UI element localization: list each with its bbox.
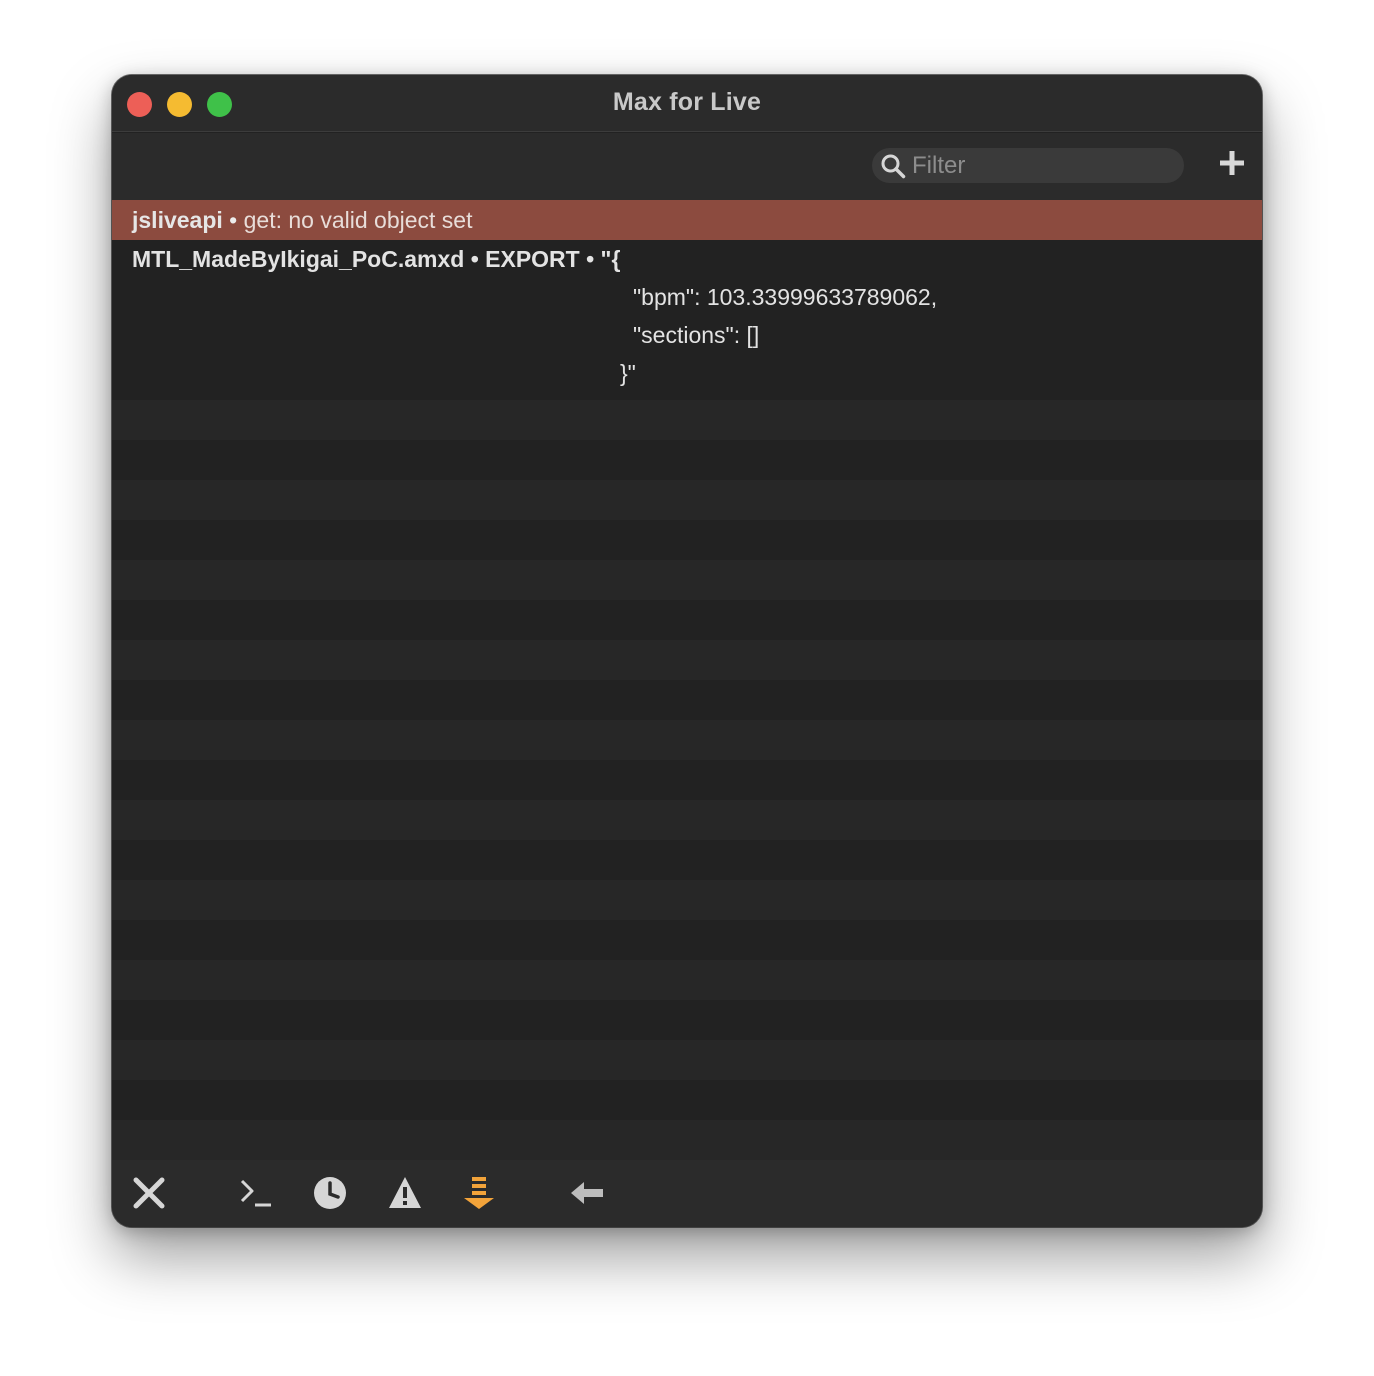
bottom-toolbar [112, 1160, 1262, 1227]
clear-icon[interactable] [130, 1174, 168, 1212]
clock-icon[interactable] [311, 1174, 349, 1212]
filter-field[interactable] [872, 148, 1184, 183]
error-source: jsliveapi [132, 207, 223, 233]
console-message-row[interactable]: MTL_MadeByIkigai_PoC.amxd • EXPORT • "{ … [112, 240, 1262, 400]
command-prompt-icon[interactable] [237, 1174, 275, 1212]
console-list[interactable]: jsliveapi • get: no valid object set MTL… [112, 200, 1262, 1160]
scroll-down-icon[interactable] [460, 1174, 498, 1212]
search-icon [881, 154, 906, 179]
warning-icon[interactable] [386, 1174, 424, 1212]
plus-icon[interactable] [1218, 149, 1246, 177]
error-separator: • [222, 207, 244, 233]
max-console-window: Max for Live jsliveapi • get: no valid o… [112, 75, 1262, 1227]
arrow-left-icon[interactable] [568, 1174, 606, 1212]
title-bar: Max for Live [112, 75, 1262, 132]
message-line: "bpm": 103.33999633789062, [633, 284, 938, 310]
top-toolbar [112, 133, 1262, 200]
console-error-row[interactable]: jsliveapi • get: no valid object set [112, 200, 1262, 240]
window-title: Max for Live [612, 88, 762, 116]
filter-input[interactable] [912, 148, 1172, 183]
error-message: get: no valid object set [243, 207, 473, 233]
message-line: }" [620, 360, 636, 386]
message-line: "sections": [] [633, 322, 760, 348]
message-header: MTL_MadeByIkigai_PoC.amxd • EXPORT • "{ [132, 246, 621, 272]
